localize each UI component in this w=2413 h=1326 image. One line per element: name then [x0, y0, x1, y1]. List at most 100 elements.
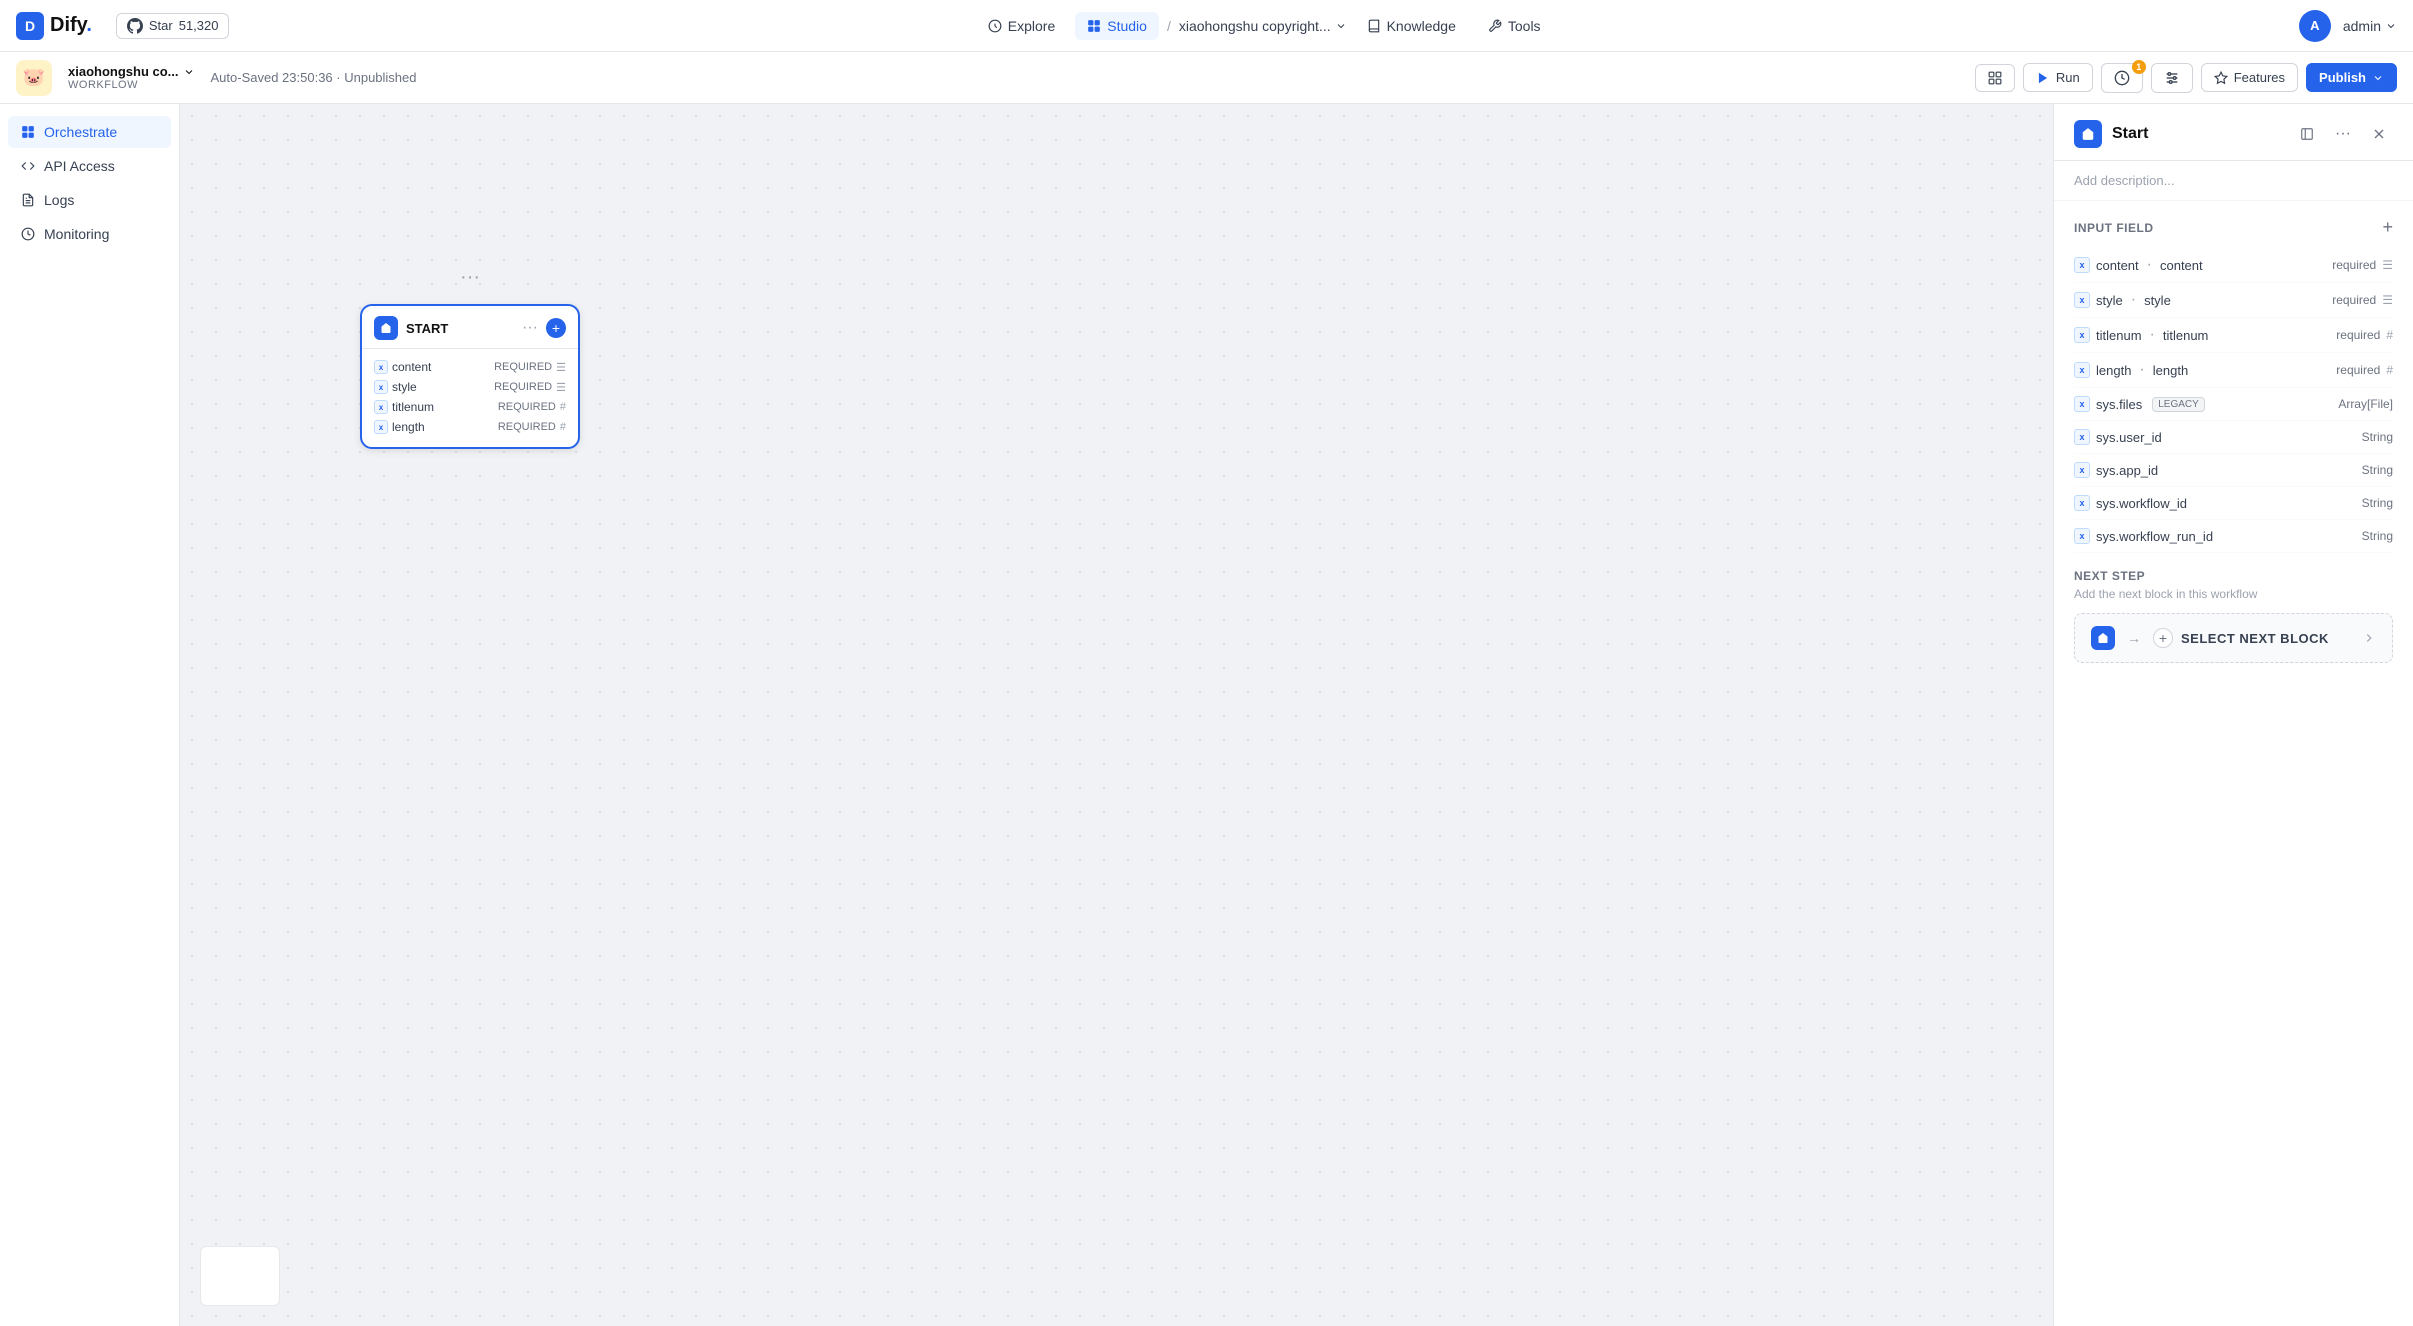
select-block-chevron-icon — [2362, 631, 2376, 645]
publish-chevron-icon — [2372, 72, 2384, 84]
var-icon: x — [374, 360, 388, 374]
panel-more-button[interactable]: ··· — [2329, 120, 2357, 148]
canvas[interactable]: ··· START ··· + — [180, 104, 2053, 1326]
sidebar-item-orchestrate[interactable]: Orchestrate — [8, 116, 171, 148]
panel-field-length-key: length — [2153, 363, 2188, 378]
panel-description[interactable]: Add description... — [2054, 161, 2413, 201]
orchestrate-label: Orchestrate — [44, 124, 117, 140]
node-field-style: x style REQUIRED ☰ — [374, 377, 566, 397]
explore-icon — [988, 19, 1002, 33]
chevron-down-icon — [1335, 20, 1347, 32]
publish-label: Publish — [2319, 70, 2366, 85]
run-button[interactable]: Run — [2023, 63, 2093, 92]
sidebar: Orchestrate API Access Logs Monitoring — [0, 104, 180, 1326]
var-icon-length: x — [374, 420, 388, 434]
sys-files-type: Array[File] — [2338, 397, 2393, 411]
panel-expand-button[interactable] — [2293, 120, 2321, 148]
main-layout: Orchestrate API Access Logs Monitoring ·… — [0, 104, 2413, 1326]
input-field-section-header: INPUT FIELD + — [2074, 201, 2393, 248]
node-add-button[interactable]: + — [546, 318, 566, 338]
sys-workflow-run-id-type: String — [2362, 529, 2393, 543]
panel-sys-field-workflow-run-id: x sys.workflow_run_id String — [2074, 520, 2393, 553]
field-content-required: REQUIRED — [494, 361, 552, 373]
panel-field-length-req: required — [2336, 363, 2380, 377]
node-context-menu-trigger[interactable]: ··· — [460, 266, 480, 289]
notification-badge-count: 1 — [2132, 60, 2146, 74]
logs-icon — [20, 192, 36, 208]
panel-field-style-req: required — [2332, 293, 2376, 307]
admin-menu[interactable]: admin — [2343, 18, 2397, 34]
legacy-badge: LEGACY — [2152, 397, 2205, 412]
nav-studio[interactable]: Studio — [1075, 12, 1159, 40]
breadcrumb-name: xiaohongshu copyright... — [1179, 18, 1331, 34]
panel-close-button[interactable] — [2365, 120, 2393, 148]
sidebar-item-monitoring[interactable]: Monitoring — [8, 218, 171, 250]
var-badge-style: x — [2074, 292, 2090, 308]
features-label: Features — [2234, 70, 2285, 85]
monitoring-icon — [20, 226, 36, 242]
var-badge-app-id: x — [2074, 462, 2090, 478]
tools-icon — [1488, 19, 1502, 33]
input-field-section-title: INPUT FIELD — [2074, 221, 2154, 235]
panel-field-style-name: style — [2096, 293, 2123, 308]
panel-field-style: x style · style required ☰ — [2074, 283, 2393, 318]
var-badge-content: x — [2074, 257, 2090, 273]
view-toggle-button[interactable] — [1975, 64, 2015, 92]
start-node[interactable]: START ··· + x content — [360, 304, 580, 449]
github-star-button[interactable]: Star 51,320 — [116, 13, 230, 39]
app-emoji: 🐷 — [23, 67, 45, 88]
app-icon: 🐷 — [16, 60, 52, 96]
api-access-label: API Access — [44, 158, 115, 174]
arrow-icon: → — [2127, 630, 2141, 646]
sys-workflow-run-id-name: sys.workflow_run_id — [2096, 529, 2213, 544]
panel-actions: ··· — [2293, 120, 2393, 148]
panel-field-titlenum-req: required — [2336, 328, 2380, 342]
node-field-titlenum: x titlenum REQUIRED # — [374, 397, 566, 417]
minimap[interactable] — [200, 1246, 280, 1306]
orchestrate-icon — [20, 124, 36, 140]
top-nav: D Dify. Star 51,320 Explore Studio / xia… — [0, 0, 2413, 52]
sys-workflow-id-type: String — [2362, 496, 2393, 510]
logo-icon: D — [16, 12, 44, 40]
studio-icon — [1087, 19, 1101, 33]
user-avatar: A — [2299, 10, 2331, 42]
nav-right: A admin — [2299, 10, 2397, 42]
workflow-toolbar: Run 1 Features Publish — [1975, 63, 2397, 93]
nav-knowledge[interactable]: Knowledge — [1355, 12, 1468, 40]
select-next-block-button[interactable]: → + SELECT NEXT BLOCK — [2074, 613, 2393, 663]
star-label: Star — [149, 18, 173, 33]
breadcrumb-separator: / — [1167, 18, 1171, 34]
breadcrumb[interactable]: xiaohongshu copyright... — [1179, 18, 1347, 34]
sliders-icon — [2164, 70, 2180, 86]
settings-button[interactable] — [2151, 63, 2193, 93]
sidebar-item-api-access[interactable]: API Access — [8, 150, 171, 182]
publish-button[interactable]: Publish — [2306, 63, 2397, 92]
sys-app-id-type: String — [2362, 463, 2393, 477]
nav-tools[interactable]: Tools — [1476, 12, 1553, 40]
field-titlenum-type: # — [560, 401, 566, 413]
ellipsis-icon: ··· — [2335, 125, 2351, 143]
panel-field-length-type: # — [2386, 363, 2393, 377]
history-button[interactable]: 1 — [2101, 63, 2143, 93]
panel-field-length-name: length — [2096, 363, 2131, 378]
run-label: Run — [2056, 70, 2080, 85]
node-title: START — [406, 321, 448, 336]
sys-workflow-id-name: sys.workflow_id — [2096, 496, 2187, 511]
add-field-button[interactable]: + — [2382, 217, 2393, 238]
workflow-status: Auto-Saved 23:50:36 · Unpublished — [211, 70, 417, 85]
panel-field-style-key: style — [2144, 293, 2171, 308]
panel-field-content-type: ☰ — [2382, 258, 2393, 272]
logo-text: Dify. — [50, 14, 92, 37]
next-step-section: NEXT STEP Add the next block in this wor… — [2074, 553, 2393, 675]
features-button[interactable]: Features — [2201, 63, 2298, 92]
logo[interactable]: D Dify. — [16, 12, 92, 40]
monitoring-label: Monitoring — [44, 226, 109, 242]
field-length-type: # — [560, 421, 566, 433]
sidebar-item-logs[interactable]: Logs — [8, 184, 171, 216]
nav-explore[interactable]: Explore — [976, 12, 1067, 40]
star-count: 51,320 — [179, 18, 219, 33]
node-menu-button[interactable]: ··· — [522, 319, 538, 337]
next-step-subtitle: Add the next block in this workflow — [2074, 587, 2393, 601]
var-badge-length: x — [2074, 362, 2090, 378]
next-step-title: NEXT STEP — [2074, 569, 2393, 583]
